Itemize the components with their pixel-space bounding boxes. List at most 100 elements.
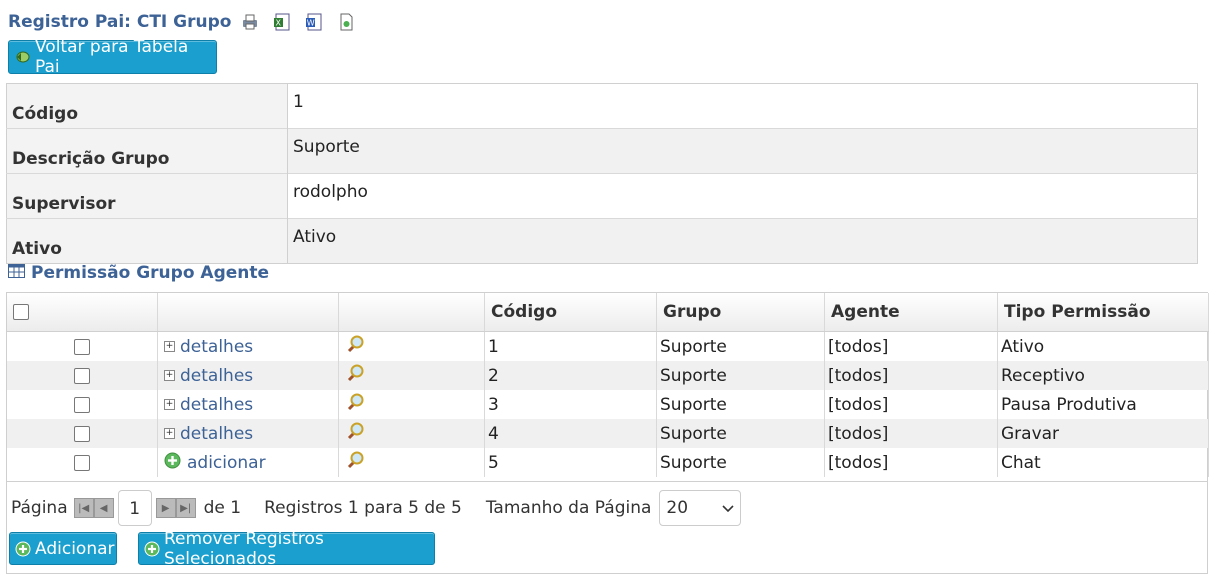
cell-tipo-permissao: Receptivo (997, 361, 1209, 390)
first-page-icon[interactable]: |◀ (73, 498, 94, 518)
expand-icon[interactable]: + (164, 399, 175, 410)
cell-tipo-permissao: Gravar (997, 419, 1209, 448)
cell-codigo: 4 (484, 419, 657, 448)
print-icon[interactable] (241, 13, 259, 31)
row-checkbox[interactable] (74, 425, 90, 442)
expand-icon[interactable]: + (164, 341, 175, 352)
row-select-cell (7, 448, 158, 477)
row-checkbox[interactable] (74, 338, 90, 355)
detail-row: Supervisor rodolpho (6, 173, 1198, 219)
row-checkbox[interactable] (74, 454, 90, 471)
cell-grupo: Suporte (656, 331, 825, 361)
row-checkbox[interactable] (74, 396, 90, 413)
row-link-cell: + detalhes (157, 419, 339, 448)
header-codigo[interactable]: Código (484, 293, 657, 332)
cell-agente: [todos] (824, 419, 998, 448)
magnifier-icon[interactable] (345, 335, 365, 359)
grid-divider (7, 481, 1207, 482)
add-button[interactable]: Adicionar (9, 532, 117, 565)
details-link[interactable]: detalhes (180, 337, 253, 357)
magnifier-icon[interactable] (345, 422, 365, 446)
detail-label: Descrição Grupo (6, 128, 288, 174)
details-link[interactable]: detalhes (180, 424, 253, 444)
permissions-grid: Código Grupo Agente Tipo Permissão + deta… (7, 293, 1209, 477)
header-tipo-permissao[interactable]: Tipo Permissão (997, 293, 1209, 332)
expand-icon[interactable]: + (164, 370, 175, 381)
magnifier-icon[interactable] (345, 364, 365, 388)
table-row: + detalhes 2 Suporte [todos] Receptivo (7, 361, 1209, 390)
page-size-value: 20 (666, 498, 689, 518)
last-page-icon[interactable]: ▶| (175, 498, 196, 518)
chevron-down-icon (722, 498, 734, 518)
add-circle-icon[interactable] (164, 452, 181, 474)
svg-text:W: W (307, 19, 315, 28)
page-size-label: Tamanho da Página (485, 498, 652, 518)
cell-codigo: 1 (484, 331, 657, 361)
add-circle-icon (15, 541, 31, 557)
grid-header-row: Código Grupo Agente Tipo Permissão (7, 293, 1209, 332)
section-title: Permissão Grupo Agente (31, 263, 270, 283)
row-checkbox[interactable] (74, 367, 90, 384)
row-select-cell (7, 419, 158, 448)
row-link-cell: adicionar (157, 448, 339, 477)
page-size-select[interactable]: 20 (659, 490, 742, 526)
magnifier-icon[interactable] (345, 393, 365, 417)
detail-label: Supervisor (6, 173, 288, 219)
back-button-label: Voltar para Tabela Pai (35, 37, 189, 77)
page-number-input[interactable]: 1 (117, 490, 152, 526)
cell-tipo-permissao: Chat (997, 448, 1209, 477)
cell-grupo: Suporte (656, 361, 825, 390)
detail-label: Código (6, 83, 288, 129)
page-total: de 1 (203, 498, 242, 518)
header-actions (157, 293, 339, 332)
detail-row: Código 1 (6, 83, 1198, 129)
header-grupo[interactable]: Grupo (656, 293, 825, 332)
cell-grupo: Suporte (656, 390, 825, 419)
row-select-cell (7, 331, 158, 361)
detail-row: Ativo Ativo (6, 218, 1198, 264)
section-header: Permissão Grupo Agente (8, 263, 269, 283)
header-agente[interactable]: Agente (824, 293, 998, 332)
cell-grupo: Suporte (656, 419, 825, 448)
cell-agente: [todos] (824, 331, 998, 361)
magnifier-icon[interactable] (345, 451, 365, 475)
add-button-label: Adicionar (35, 538, 115, 559)
back-to-parent-button[interactable]: Voltar para Tabela Pai (8, 37, 217, 77)
cell-codigo: 3 (484, 390, 657, 419)
row-link-cell: + detalhes (157, 390, 339, 419)
row-select-cell (7, 390, 158, 419)
add-circle-icon (144, 541, 160, 557)
expand-icon[interactable]: + (164, 428, 175, 439)
cell-tipo-permissao: Pausa Produtiva (997, 390, 1209, 419)
cell-grupo: Suporte (656, 448, 825, 477)
cell-codigo: 5 (484, 448, 657, 477)
cell-codigo: 2 (484, 361, 657, 390)
row-view-cell (338, 331, 485, 361)
table-row: + detalhes 4 Suporte [todos] Gravar (7, 419, 1209, 448)
cell-agente: [todos] (824, 448, 998, 477)
row-link-cell: + detalhes (157, 331, 339, 361)
remove-selected-button[interactable]: Remover Registros Selecionados (138, 529, 435, 569)
page-label: Página (11, 498, 68, 518)
export-icon[interactable] (337, 13, 355, 31)
select-all-checkbox[interactable] (13, 304, 29, 320)
detail-value: rodolpho (287, 173, 1198, 219)
row-view-cell (338, 419, 485, 448)
add-link[interactable]: adicionar (187, 453, 266, 473)
back-icon (15, 50, 31, 64)
detail-label: Ativo (6, 218, 288, 264)
next-page-icon[interactable]: ▶ (155, 498, 176, 518)
details-link[interactable]: detalhes (180, 395, 253, 415)
cell-agente: [todos] (824, 361, 998, 390)
svg-text:X: X (276, 19, 282, 28)
detail-value: Ativo (287, 218, 1198, 264)
table-row: adicionar 5 Suporte [todos] Chat (7, 448, 1209, 477)
table-icon (8, 263, 25, 283)
word-icon[interactable]: W (305, 13, 323, 31)
prev-page-icon[interactable]: ◀ (93, 498, 114, 518)
details-link[interactable]: detalhes (180, 366, 253, 386)
cell-tipo-permissao: Ativo (997, 331, 1209, 361)
excel-icon[interactable]: X (273, 13, 291, 31)
header-view (338, 293, 485, 332)
pager: Página |◀ ◀ 1 ▶ ▶| de 1 Registros 1 para… (4, 490, 742, 526)
